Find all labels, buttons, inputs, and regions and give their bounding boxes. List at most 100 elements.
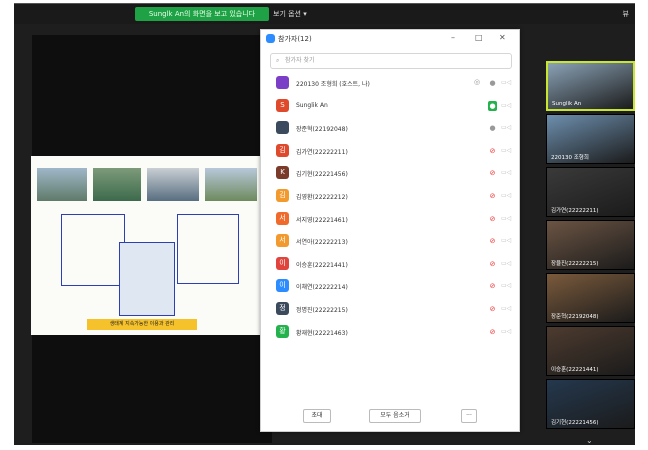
participant-row[interactable]: K 김기현(22221456) ⊘ ▭◁	[261, 162, 519, 185]
slide-photo	[93, 168, 141, 201]
video-tile-name: 220130 조형희	[551, 155, 589, 161]
video-tile[interactable]: Sunglik An	[546, 61, 635, 111]
slide-diagram-box	[119, 242, 175, 316]
top-bar: Sunglk An의 화면을 보고 있습니다 보기 옵션 ▾ 뷰	[14, 4, 635, 24]
participant-row[interactable]: 김 김영환(22222212) ⊘ ▭◁	[261, 185, 519, 208]
camera-off-icon[interactable]: ▭◁	[501, 282, 511, 289]
participant-name: 황재현(22221463)	[296, 329, 348, 337]
participant-row[interactable]: 220130 조형희 (호스트, 나) ◎ ● ▭◁	[261, 72, 519, 95]
maximize-icon[interactable]: □	[475, 33, 483, 42]
camera-off-icon[interactable]: ▭◁	[501, 328, 511, 335]
slide-photo	[205, 168, 257, 201]
shared-slide: 생태계 지속가능한 이용과 관리	[31, 156, 263, 335]
slide-photo	[37, 168, 87, 201]
microphone-icon[interactable]: ⊘	[488, 191, 497, 201]
participant-name: 이채연(22222214)	[296, 284, 348, 292]
video-tile-name: Sunglik An	[552, 101, 582, 107]
video-tile[interactable]: 장준혁(22192048)	[546, 273, 635, 323]
status-icon: ◎	[474, 78, 481, 86]
microphone-icon[interactable]: ●	[488, 123, 497, 133]
microphone-icon[interactable]: ●	[488, 78, 497, 88]
microphone-icon[interactable]: ●	[488, 100, 497, 111]
slide-diagram-box	[177, 214, 239, 284]
participant-row[interactable]: 장준혁(22192048) ● ▭◁	[261, 117, 519, 140]
participant-name: 김기현(22221456)	[296, 171, 348, 179]
video-tile-name: 김가연(22222211)	[551, 208, 599, 214]
video-tile-name: 김기현(22221456)	[551, 420, 599, 426]
avatar: 황	[276, 324, 289, 338]
microphone-icon[interactable]: ⊘	[488, 146, 497, 156]
view-options-button[interactable]: 보기 옵션 ▾	[273, 7, 307, 21]
participant-name: 서지영(22221461)	[296, 216, 348, 224]
search-icon: ⌕	[276, 57, 280, 64]
participant-name: Sunglik An	[296, 101, 328, 109]
screen-share-banner[interactable]: Sunglk An의 화면을 보고 있습니다	[135, 7, 269, 21]
zoom-logo-icon	[266, 34, 275, 43]
camera-off-icon[interactable]: ▭◁	[501, 215, 511, 222]
avatar: S	[276, 98, 289, 112]
participant-row[interactable]: 김 김가연(22222211) ⊘ ▭◁	[261, 140, 519, 163]
invite-button[interactable]: 초대	[303, 409, 331, 423]
microphone-icon[interactable]: ⊘	[488, 236, 497, 246]
camera-off-icon[interactable]: ▭◁	[501, 124, 511, 131]
camera-off-icon[interactable]: ▭◁	[501, 169, 511, 176]
video-tile-name: 장준혁(22192048)	[551, 314, 599, 320]
more-button[interactable]: ···	[461, 409, 477, 423]
microphone-icon[interactable]: ⊘	[488, 304, 497, 314]
avatar: 정	[276, 301, 289, 315]
video-tile[interactable]: 이승훈(22221441)	[546, 326, 635, 376]
camera-off-icon[interactable]: ▭◁	[501, 102, 511, 109]
participant-search-input[interactable]: ⌕ 참가자 찾기	[270, 53, 512, 69]
participant-row[interactable]: 황 황재현(22221463) ⊘ ▭◁	[261, 321, 519, 344]
camera-off-icon[interactable]: ▭◁	[501, 237, 511, 244]
camera-off-icon[interactable]: ▭◁	[501, 79, 511, 86]
participants-panel: 참가자(12) – □ ✕ ⌕ 참가자 찾기 220130 조형희 (호스트, …	[260, 29, 520, 432]
avatar	[276, 121, 289, 135]
microphone-icon[interactable]: ⊘	[488, 259, 497, 269]
search-placeholder: 참가자 찾기	[285, 57, 315, 64]
participant-name: 이승훈(22221441)	[296, 261, 348, 269]
microphone-icon[interactable]: ⊘	[488, 281, 497, 291]
participant-row[interactable]: 서 서지영(22221461) ⊘ ▭◁	[261, 208, 519, 231]
participant-name: 220130 조형희 (호스트, 나)	[296, 81, 370, 88]
participant-row[interactable]: 이 이승훈(22221441) ⊘ ▭◁	[261, 253, 519, 276]
close-icon[interactable]: ✕	[499, 33, 506, 42]
avatar: 김	[276, 143, 289, 157]
camera-off-icon[interactable]: ▭◁	[501, 260, 511, 267]
chevron-down-icon[interactable]: ⌄	[586, 436, 593, 445]
gallery-view-icon[interactable]: 뷰	[623, 9, 629, 19]
video-tile[interactable]: 김기현(22221456)	[546, 379, 635, 429]
participant-name: 장준혁(22192048)	[296, 126, 348, 134]
video-tile[interactable]: 장율진(22222215)	[546, 220, 635, 270]
participant-row[interactable]: S Sunglik An ● ▭◁	[261, 95, 519, 118]
camera-off-icon[interactable]: ▭◁	[501, 147, 511, 154]
video-gallery: Sunglik An 220130 조형희김가연(22222211) 장율진(222…	[546, 61, 635, 431]
avatar	[276, 76, 289, 89]
avatar: 김	[276, 188, 289, 202]
minimize-icon[interactable]: –	[451, 33, 455, 42]
participant-row[interactable]: 정 정명진(22222215) ⊘ ▭◁	[261, 298, 519, 321]
avatar: 이	[276, 279, 289, 293]
mute-all-button[interactable]: 모두 음소거	[369, 409, 421, 423]
slide-photo	[147, 168, 199, 201]
participant-name: 정명진(22222215)	[296, 306, 348, 314]
slide-caption: 생태계 지속가능한 이용과 관리	[87, 319, 197, 330]
participant-name: 서연아(22222213)	[296, 239, 348, 247]
camera-off-icon[interactable]: ▭◁	[501, 192, 511, 199]
panel-titlebar: 참가자(12) – □ ✕	[261, 30, 519, 48]
camera-off-icon[interactable]: ▭◁	[501, 305, 511, 312]
avatar: K	[276, 166, 289, 180]
video-tile[interactable]: 220130 조형희	[546, 114, 635, 164]
avatar: 서	[276, 211, 289, 225]
participant-list: 220130 조형희 (호스트, 나) ◎ ● ▭◁ S Sunglik An ● ▭◁ 장준혁…	[261, 72, 519, 343]
microphone-icon[interactable]: ⊘	[488, 168, 497, 178]
avatar: 서	[276, 234, 289, 248]
microphone-icon[interactable]: ⊘	[488, 327, 497, 337]
panel-title: 참가자(12)	[278, 35, 312, 43]
participant-row[interactable]: 이 이채연(22222214) ⊘ ▭◁	[261, 275, 519, 298]
video-tile[interactable]: 김가연(22222211)	[546, 167, 635, 217]
participant-row[interactable]: 서 서연아(22222213) ⊘ ▭◁	[261, 230, 519, 253]
video-tile-name: 이승훈(22221441)	[551, 367, 599, 373]
microphone-icon[interactable]: ⊘	[488, 214, 497, 224]
video-tile-name: 장율진(22222215)	[551, 261, 599, 267]
